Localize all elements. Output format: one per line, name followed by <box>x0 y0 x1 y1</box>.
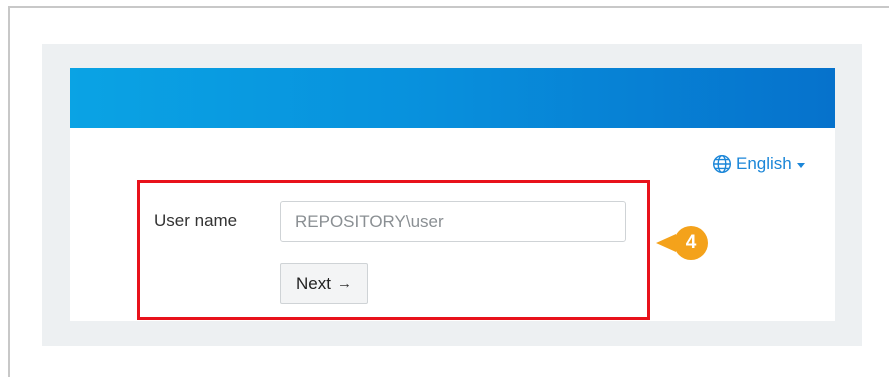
step-number-badge: 4 <box>674 226 708 260</box>
globe-icon <box>712 154 732 174</box>
next-button[interactable]: Next → <box>280 263 368 304</box>
language-selector[interactable]: English <box>712 154 805 174</box>
next-button-label: Next <box>296 273 331 293</box>
arrow-right-icon: → <box>336 275 352 292</box>
language-label: English <box>736 154 792 173</box>
username-input[interactable] <box>280 201 626 242</box>
step-marker-pointer <box>656 234 676 252</box>
username-label: User name <box>154 211 238 230</box>
chevron-down-icon <box>796 162 805 168</box>
login-header-banner <box>70 68 835 128</box>
